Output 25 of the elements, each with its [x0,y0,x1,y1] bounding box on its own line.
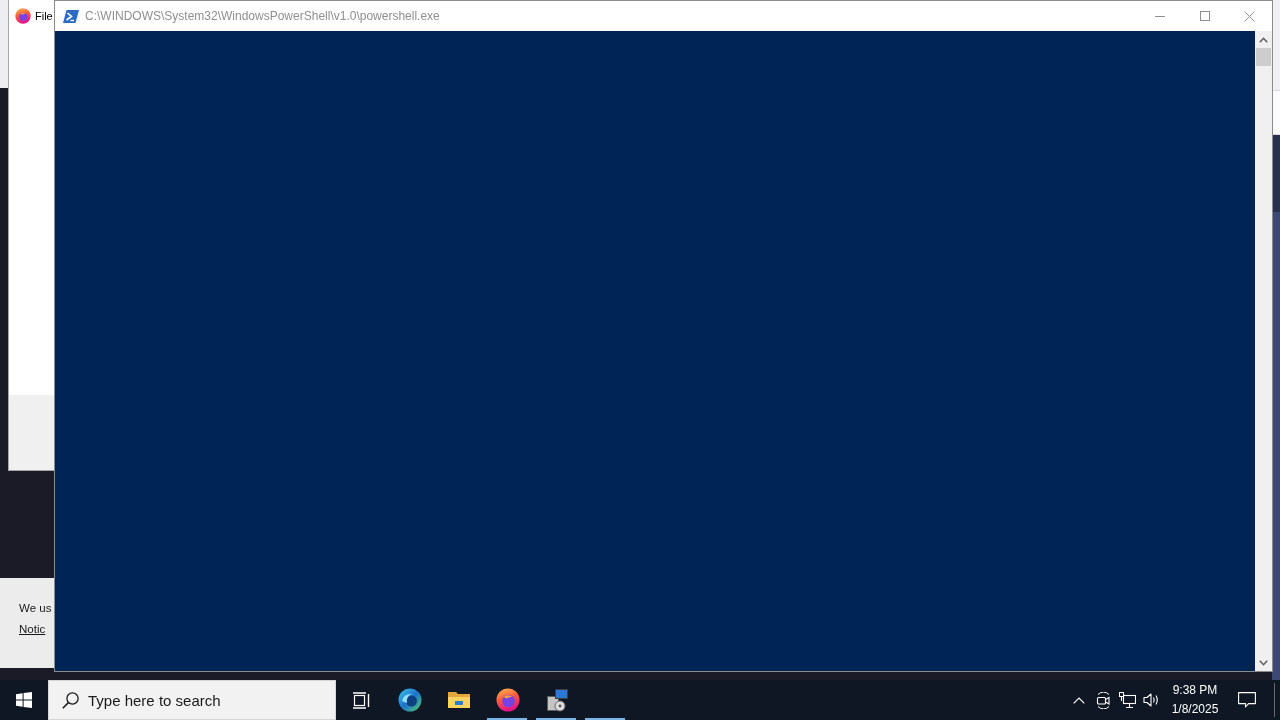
minimize-icon [1154,15,1165,17]
window-title: C:\WINDOWS\System32\WindowsPowerShell\v1.0\powershell.exe [85,9,440,23]
network-icon [1118,692,1136,708]
notice-link[interactable]: Notic [19,619,46,640]
computer-disc-icon [544,688,569,712]
chevron-up-icon [1073,696,1085,704]
terminal-icon [63,9,79,23]
globe-icon [495,688,520,712]
windows-logo-icon [16,692,32,708]
search-icon [62,692,79,709]
maximize-icon [1199,11,1210,21]
clock-button[interactable]: 9:38 PM 1/8/2025 [1163,680,1227,720]
scrollbar[interactable] [1255,31,1272,671]
close-icon [1244,10,1255,22]
volume-icon [1142,692,1160,708]
search-field[interactable]: Type here to search [48,680,336,720]
window-title: File [35,9,53,22]
speech-bubble-icon [1238,692,1256,708]
swirl-icon [397,688,422,712]
camera-icon [1095,691,1111,709]
task-view-icon [351,691,370,709]
folder-icon [446,690,471,710]
cookie-notice-text: We us [19,601,52,616]
scrollbar-thumb[interactable] [1256,48,1271,66]
app-logo-icon [15,7,31,24]
